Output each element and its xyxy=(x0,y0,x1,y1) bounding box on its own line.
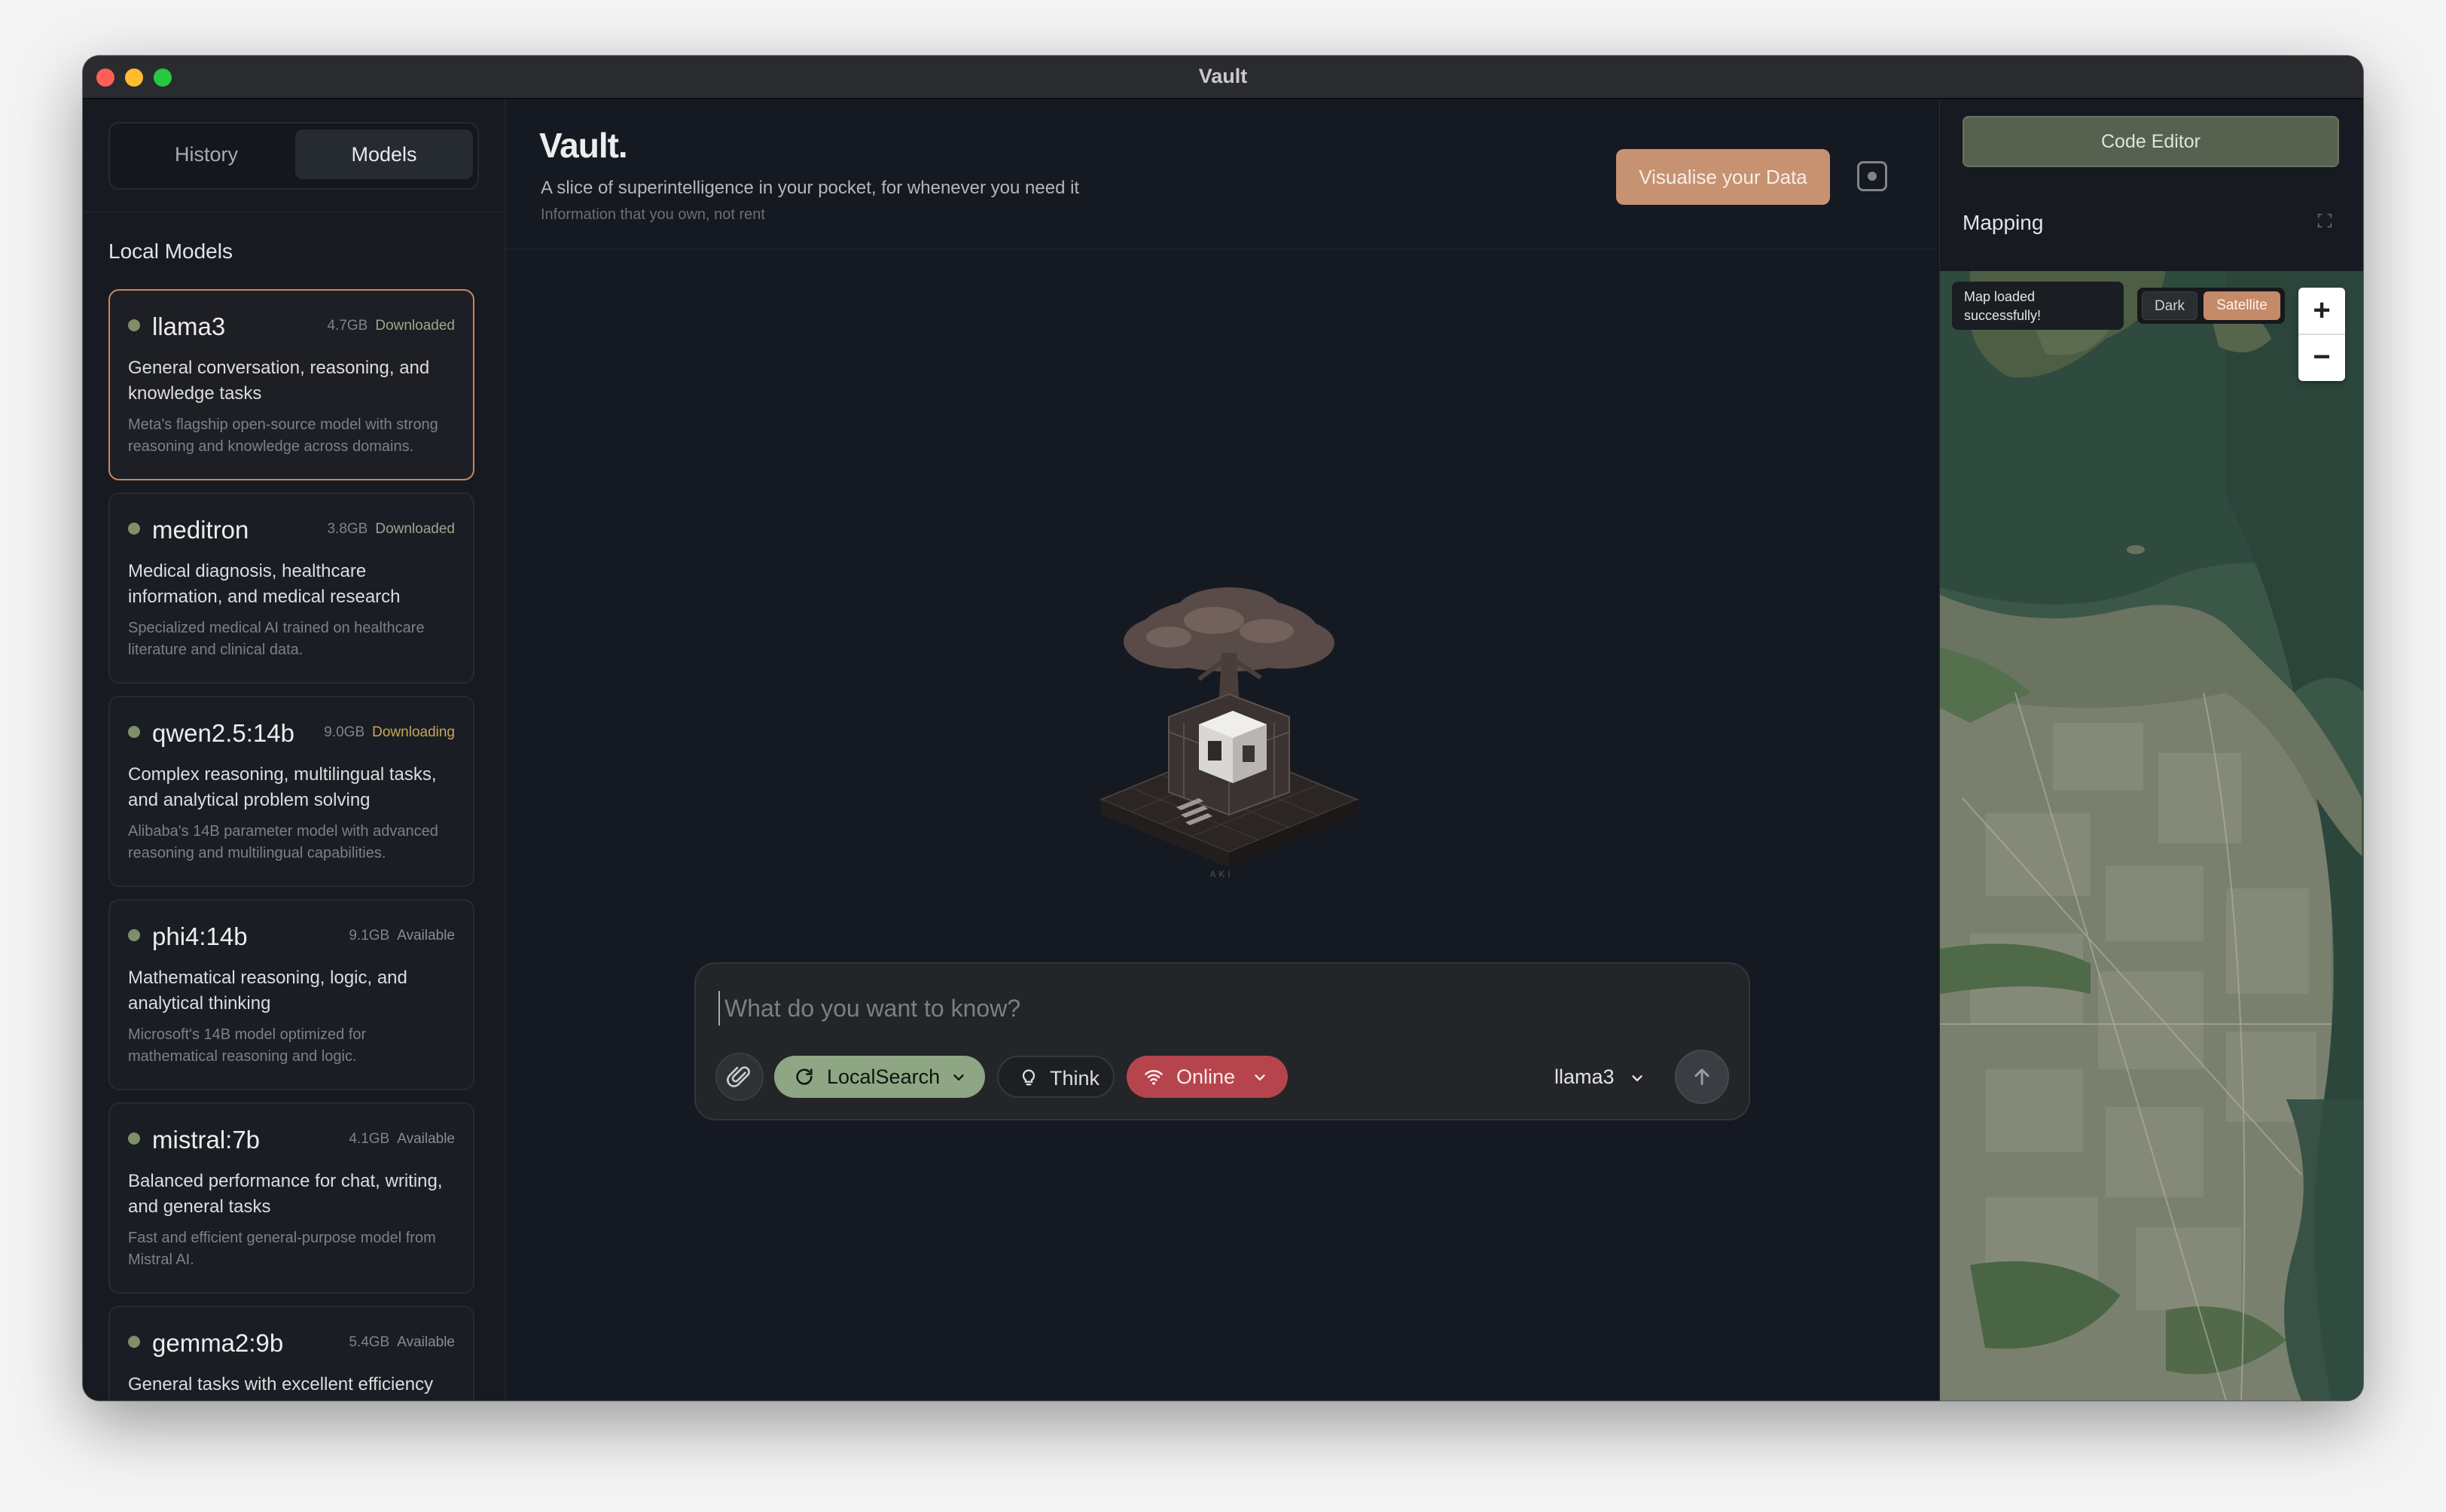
title-bar: Vault xyxy=(83,56,2363,99)
zoom-in-button[interactable]: + xyxy=(2298,288,2345,335)
tagline: A slice of superintelligence in your poc… xyxy=(541,178,1080,198)
model-status: Downloaded xyxy=(375,318,455,334)
map-loaded-toast: Map loaded successfully! xyxy=(1952,282,2124,330)
model-size: 9.0GB xyxy=(324,724,365,740)
illustration-caption: AKI xyxy=(1209,869,1234,879)
tab-models[interactable]: Models xyxy=(295,130,473,179)
lightbulb-icon xyxy=(1022,1069,1035,1086)
local-search-toggle[interactable]: LocalSearch xyxy=(774,1056,985,1098)
send-button[interactable] xyxy=(1675,1050,1729,1104)
record-icon[interactable] xyxy=(1857,161,1887,191)
divider xyxy=(506,248,1937,250)
model-size: 4.1GB xyxy=(349,1131,390,1147)
model-card-llama3[interactable]: llama3 4.7GB Downloaded General conversat… xyxy=(108,289,474,480)
model-size: 9.1GB xyxy=(349,928,390,943)
refresh-icon xyxy=(796,1068,813,1085)
map-style-satellite-button[interactable]: Satellite xyxy=(2204,291,2280,320)
think-toggle[interactable]: Think xyxy=(997,1056,1115,1098)
sidebar: History Models Local Models llama3 4.7GB… xyxy=(83,99,506,1401)
section-title-local-models: Local Models xyxy=(108,239,233,263)
model-description: Complex reasoning, multilingual tasks, a… xyxy=(128,764,437,810)
brand-title: Vault. xyxy=(539,126,628,165)
model-meta: 9.1GB Available xyxy=(349,928,455,944)
model-selector[interactable]: llama3 xyxy=(1554,1056,1645,1098)
zoom-out-button[interactable]: − xyxy=(2298,334,2345,380)
code-editor-button[interactable]: Code Editor xyxy=(1963,116,2339,167)
tab-history[interactable]: History xyxy=(117,130,295,179)
status-dot xyxy=(128,319,140,331)
online-label: Online xyxy=(1176,1065,1236,1088)
chevron-down-icon xyxy=(1632,1075,1642,1081)
model-size: 3.8GB xyxy=(327,521,368,537)
wifi-icon xyxy=(1145,1070,1163,1085)
model-list: llama3 4.7GB Downloaded General conversat… xyxy=(108,289,477,1401)
model-status: Available xyxy=(397,1334,455,1350)
model-meta: 4.7GB Downloaded xyxy=(327,318,455,334)
mapping-title: Mapping xyxy=(1963,211,2044,234)
paperclip-icon xyxy=(727,1066,750,1087)
sidebar-tabs: History Models xyxy=(108,122,479,190)
model-size: 4.7GB xyxy=(327,318,368,334)
status-dot xyxy=(128,1336,140,1348)
model-card-phi4[interactable]: phi4:14b 9.1GB Available Mathematical rea… xyxy=(108,899,474,1090)
model-size: 5.4GB xyxy=(349,1334,390,1350)
map-imagery xyxy=(1940,271,2363,1401)
model-meta: 3.8GB Downloaded xyxy=(327,521,455,538)
model-card-mistral[interactable]: mistral:7b 4.1GB Available Balanced perfo… xyxy=(108,1102,474,1294)
status-dot xyxy=(128,523,140,535)
model-status: Available xyxy=(397,1131,455,1147)
chevron-down-icon xyxy=(1255,1075,1265,1081)
expand-icon[interactable] xyxy=(2316,212,2333,229)
model-card-meditron[interactable]: meditron 3.8GB Downloaded Medical diagnos… xyxy=(108,492,474,684)
prompt-box: LocalSearch Think Online xyxy=(694,962,1750,1120)
model-status: Downloaded xyxy=(375,521,455,537)
model-description: Medical diagnosis, healthcare informatio… xyxy=(128,561,401,607)
model-selector-label: llama3 xyxy=(1554,1065,1615,1088)
think-label: Think xyxy=(1050,1067,1100,1090)
model-detail: Meta's flagship open-source model with s… xyxy=(128,416,438,455)
app-window: Vault History Models Local Models llama3… xyxy=(83,56,2363,1401)
model-detail: Alibaba's 14B parameter model with advan… xyxy=(128,823,438,861)
status-dot xyxy=(128,929,140,941)
map-style-switcher: Dark Satellite xyxy=(2137,288,2285,324)
model-status: Downloading xyxy=(372,724,455,740)
local-search-label: LocalSearch xyxy=(827,1065,941,1088)
map-style-dark-button[interactable]: Dark xyxy=(2142,291,2197,320)
chevron-down-icon xyxy=(953,1075,964,1081)
model-card-gemma2[interactable]: gemma2:9b 5.4GB Available General tasks w… xyxy=(108,1306,474,1401)
satellite-map[interactable]: Map loaded successfully! Dark Satellite … xyxy=(1940,271,2363,1401)
status-dot xyxy=(128,726,140,738)
right-panel: Code Editor Mapping Map loaded successfu… xyxy=(1938,99,2363,1401)
subtagline: Information that you own, not rent xyxy=(541,206,765,223)
model-meta: 4.1GB Available xyxy=(349,1131,455,1148)
model-detail: Fast and efficient general-purpose model… xyxy=(128,1230,436,1268)
visualise-data-button[interactable]: Visualise your Data xyxy=(1616,149,1830,205)
model-status: Available xyxy=(397,928,455,943)
model-meta: 9.0GB Downloading xyxy=(324,724,455,741)
status-dot xyxy=(128,1132,140,1145)
model-detail: Specialized medical AI trained on health… xyxy=(128,620,425,658)
online-toggle[interactable]: Online xyxy=(1127,1056,1288,1098)
model-description: General conversation, reasoning, and kno… xyxy=(128,358,430,404)
model-detail: Microsoft's 14B model optimized for math… xyxy=(128,1026,367,1065)
model-description: Mathematical reasoning, logic, and analy… xyxy=(128,968,407,1014)
model-description: Balanced performance for chat, writing, … xyxy=(128,1171,443,1217)
prompt-input[interactable] xyxy=(718,991,1554,1026)
map-zoom-control: + − xyxy=(2298,288,2345,381)
window-title: Vault xyxy=(1198,65,1248,87)
treehouse-illustration xyxy=(1099,587,1359,867)
main-panel: Vault. A slice of superintelligence in y… xyxy=(506,99,1937,1401)
model-description: General tasks with excellent efficiency xyxy=(128,1374,434,1395)
model-meta: 5.4GB Available xyxy=(349,1334,455,1351)
model-card-qwen[interactable]: qwen2.5:14b 9.0GB Downloading Complex rea… xyxy=(108,696,474,887)
arrow-up-icon xyxy=(1694,1068,1709,1085)
attach-button[interactable] xyxy=(715,1053,764,1101)
divider xyxy=(83,211,505,212)
